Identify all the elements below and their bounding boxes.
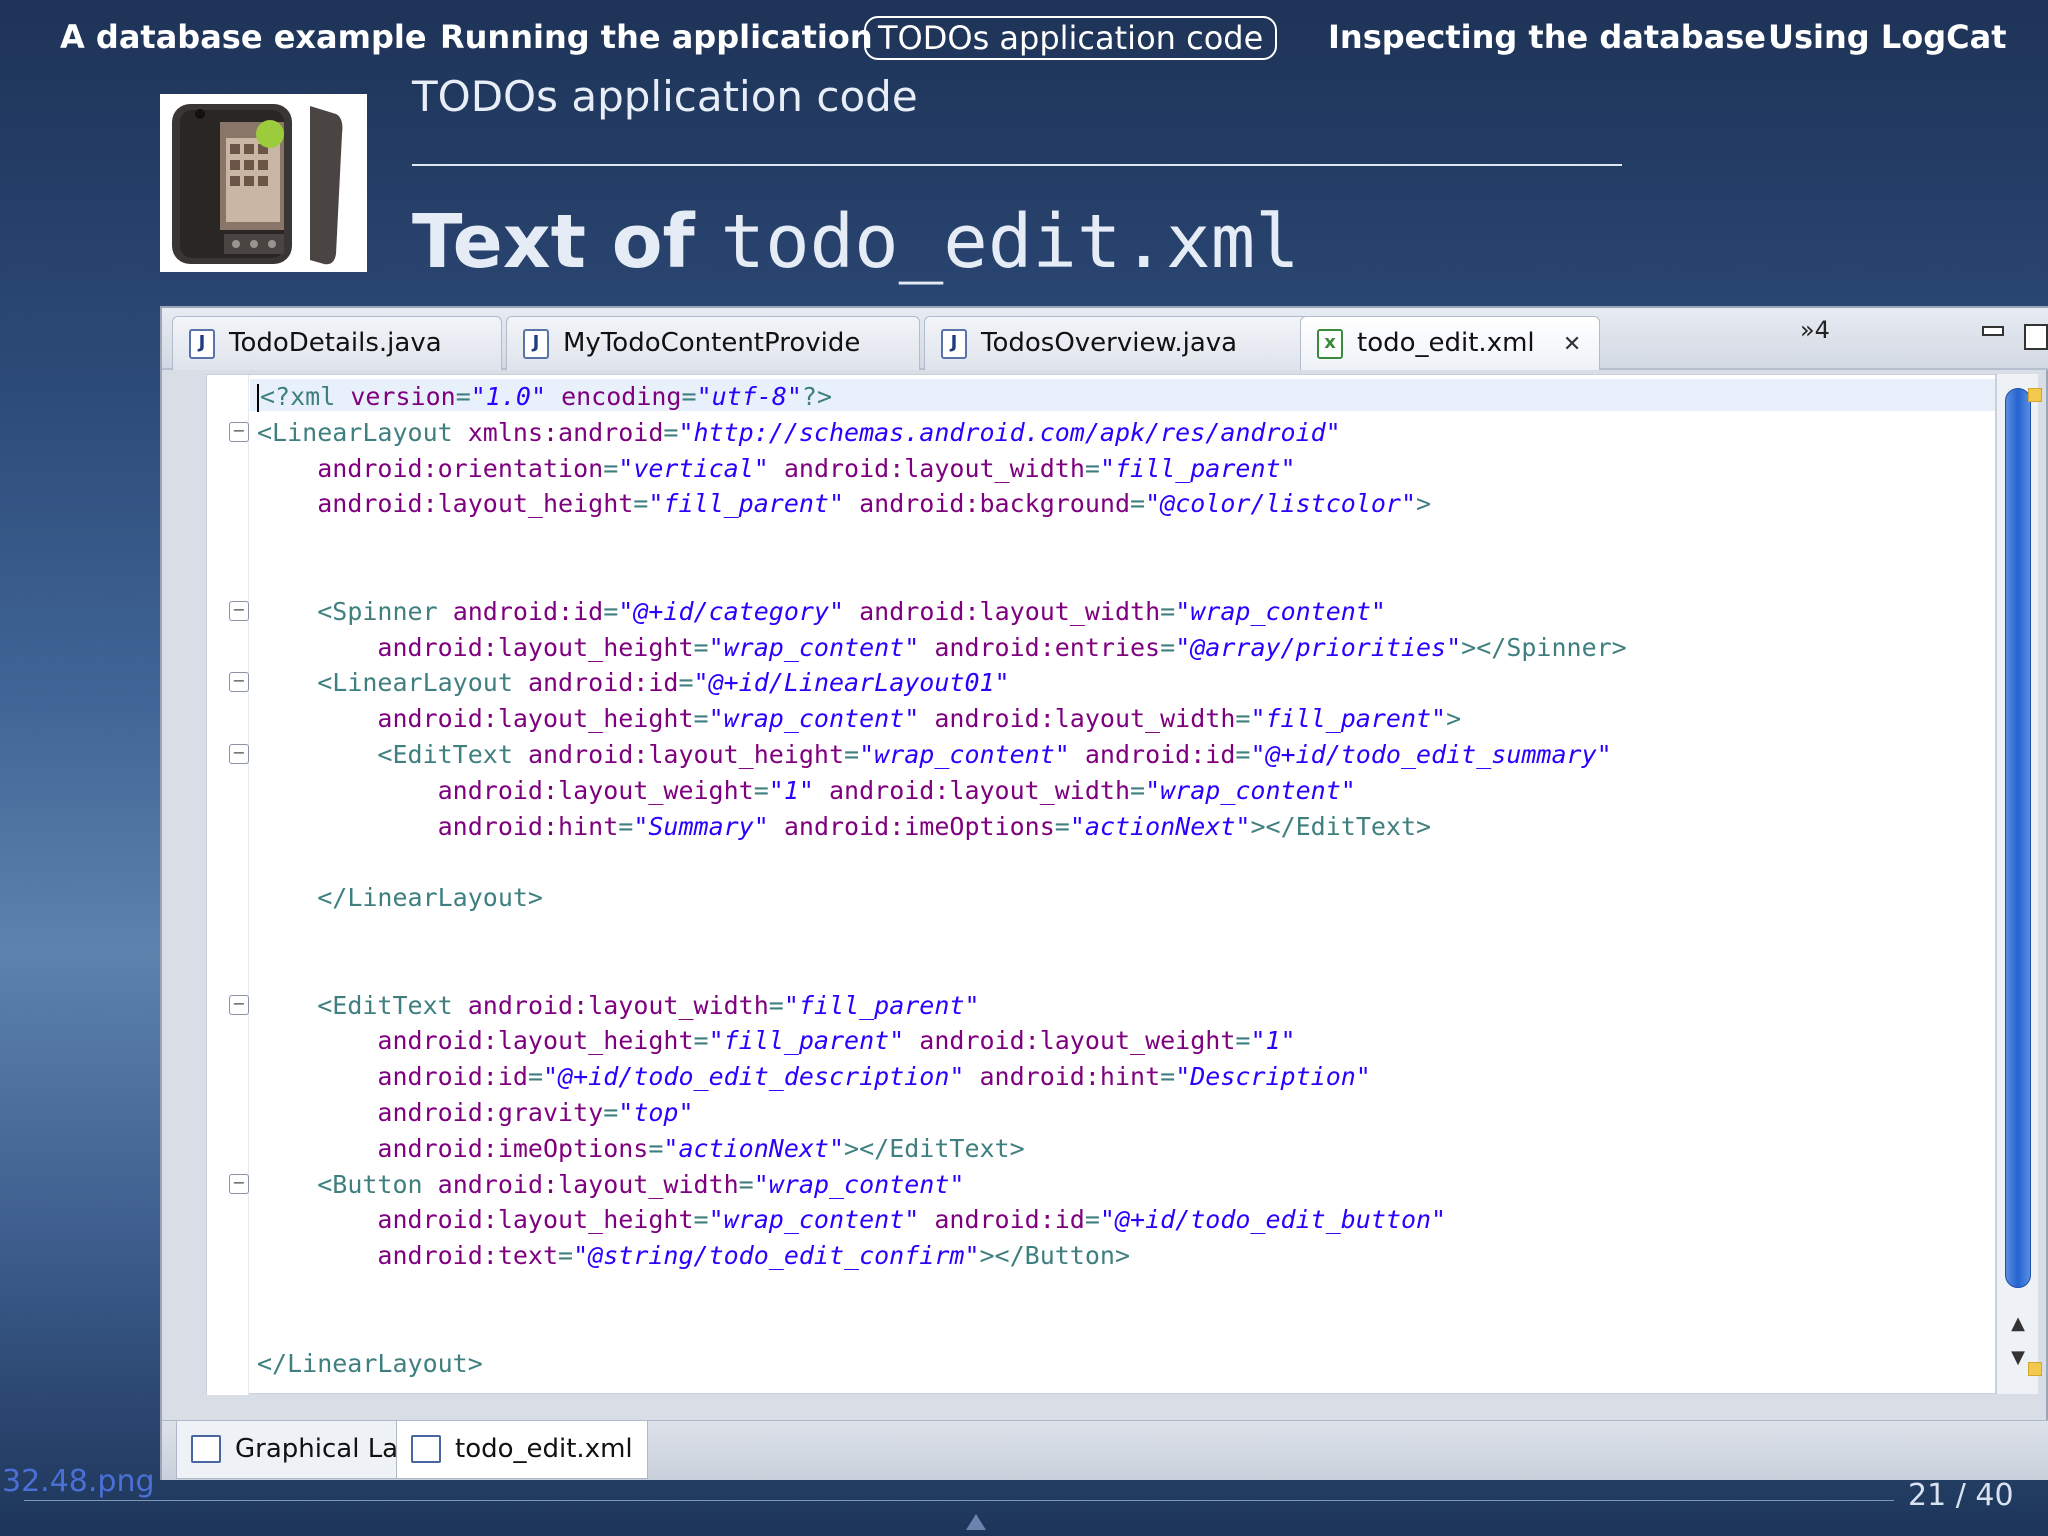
code-line: <EditText android:layout_height="wrap_co… bbox=[377, 739, 1612, 769]
xml-file-icon: x bbox=[1317, 329, 1343, 359]
code-line: <Spinner android:id="@+id/category" andr… bbox=[317, 596, 1386, 626]
fold-toggle-icon[interactable]: − bbox=[229, 421, 249, 442]
code-line: android:layout_height="wrap_content" and… bbox=[377, 1205, 1447, 1235]
close-tab-icon[interactable]: ✕ bbox=[1563, 333, 1587, 357]
code-line: <Button android:layout_width="wrap_conte… bbox=[317, 1169, 965, 1199]
tab-label: MyTodoContentProvide bbox=[563, 328, 861, 358]
minimize-icon[interactable] bbox=[1982, 326, 2004, 336]
frame-section-title: TODOs application code bbox=[412, 72, 918, 121]
fold-toggle-icon[interactable]: − bbox=[229, 672, 249, 693]
text-cursor bbox=[257, 384, 259, 412]
xml-source-icon bbox=[411, 1435, 441, 1463]
overview-marker-icon[interactable] bbox=[2028, 1362, 2042, 1376]
code-line: android:layout_height="wrap_content" and… bbox=[377, 632, 1627, 662]
code-line: android:layout_height="wrap_content" and… bbox=[377, 704, 1462, 734]
java-file-icon: J bbox=[523, 329, 549, 359]
xml-source-code[interactable]: <?xml version="1.0" encoding="utf-8"?> <… bbox=[257, 379, 1627, 1381]
code-line: android:gravity="top" bbox=[377, 1097, 694, 1127]
nav-item-using-logcat[interactable]: Using LogCat bbox=[1768, 14, 2006, 60]
scroll-up-icon[interactable]: ▲ bbox=[2007, 1312, 2029, 1336]
nav-item-inspecting-database[interactable]: Inspecting the database bbox=[1328, 14, 1766, 60]
code-line: </LinearLayout> bbox=[317, 883, 543, 913]
editor-gutter bbox=[207, 375, 249, 1395]
overview-marker-icon[interactable] bbox=[2028, 388, 2042, 402]
bottom-tab-label: todo_edit.xml bbox=[455, 1434, 633, 1464]
code-line: android:hint="Summary" android:imeOption… bbox=[437, 811, 1432, 841]
code-line: </LinearLayout> bbox=[257, 1348, 483, 1378]
slide-title: Text of todo_edit.xml bbox=[412, 196, 1300, 288]
code-line: android:orientation="vertical" android:l… bbox=[317, 453, 1296, 483]
editor-tab-bar: J TodoDetails.java J MyTodoContentProvid… bbox=[162, 308, 2048, 370]
code-line: <?xml version="1.0" encoding="utf-8"?> bbox=[257, 382, 832, 412]
maximize-icon[interactable] bbox=[2024, 324, 2048, 350]
code-line: android:layout_height="fill_parent" andr… bbox=[317, 489, 1432, 519]
code-line: android:text="@string/todo_edit_confirm"… bbox=[377, 1241, 1131, 1271]
fold-toggle-icon[interactable]: − bbox=[229, 994, 249, 1015]
layout-icon bbox=[191, 1435, 221, 1463]
tab-xml-source[interactable]: todo_edit.xml bbox=[396, 1421, 648, 1479]
code-line: android:layout_weight="1" android:layout… bbox=[437, 775, 1356, 805]
code-line: android:id="@+id/todo_edit_description" … bbox=[377, 1062, 1371, 1092]
fold-toggle-icon[interactable]: − bbox=[229, 600, 249, 621]
tab-todo-details[interactable]: J TodoDetails.java bbox=[172, 316, 502, 370]
scroll-down-icon[interactable]: ▼ bbox=[2007, 1346, 2029, 1370]
navigation-triangle-icon[interactable] bbox=[966, 1514, 986, 1530]
scroll-thumb[interactable] bbox=[2005, 388, 2031, 1288]
section-navigation: A database example Running the applicati… bbox=[0, 0, 2048, 76]
htc-phone-icon bbox=[160, 94, 367, 272]
title-divider bbox=[412, 164, 1622, 166]
code-line: android:layout_height="fill_parent" andr… bbox=[377, 1026, 1296, 1056]
tab-label: TodosOverview.java bbox=[981, 328, 1238, 358]
phone-logo-image bbox=[160, 94, 367, 272]
code-editor[interactable]: − − − − − − <?xml version="1.0" encoding="utf… bbox=[206, 374, 1996, 1395]
java-file-icon: J bbox=[189, 329, 215, 359]
tab-todo-edit-xml[interactable]: x todo_edit.xml ✕ bbox=[1300, 316, 1600, 370]
image-filename-label: 32.48.png bbox=[2, 1464, 155, 1499]
tab-label: todo_edit.xml bbox=[1357, 328, 1535, 358]
nav-item-running-application[interactable]: Running the application bbox=[440, 14, 873, 60]
slide-title-filename: todo_edit.xml bbox=[720, 199, 1300, 285]
code-line: <LinearLayout xmlns:android="http://sche… bbox=[257, 417, 1341, 447]
nav-item-todos-code[interactable]: TODOs application code bbox=[864, 16, 1278, 60]
java-file-icon: J bbox=[941, 329, 967, 359]
slide-title-text: Text of bbox=[412, 199, 695, 285]
code-line: android:imeOptions="actionNext"></EditTe… bbox=[377, 1133, 1025, 1163]
vertical-scrollbar[interactable]: ▲ ▼ bbox=[1996, 374, 2038, 1394]
page-number: 21 / 40 bbox=[1908, 1478, 2014, 1513]
eclipse-editor-window: J TodoDetails.java J MyTodoContentProvid… bbox=[160, 306, 2048, 1480]
code-line: <LinearLayout android:id="@+id/LinearLay… bbox=[317, 668, 1010, 698]
fold-toggle-icon[interactable]: − bbox=[229, 1173, 249, 1194]
tab-overflow-indicator[interactable]: »4 bbox=[1800, 318, 1830, 342]
editor-bottom-tabs: Graphical Layout todo_edit.xml bbox=[162, 1420, 2048, 1480]
footer-divider bbox=[24, 1500, 1894, 1501]
fold-toggle-icon[interactable]: − bbox=[229, 744, 249, 764]
nav-item-database-example[interactable]: A database example bbox=[60, 14, 427, 60]
code-line: <EditText android:layout_width="fill_par… bbox=[317, 990, 980, 1020]
tab-label: TodoDetails.java bbox=[229, 328, 442, 358]
tab-content-provider[interactable]: J MyTodoContentProvide bbox=[506, 316, 920, 370]
